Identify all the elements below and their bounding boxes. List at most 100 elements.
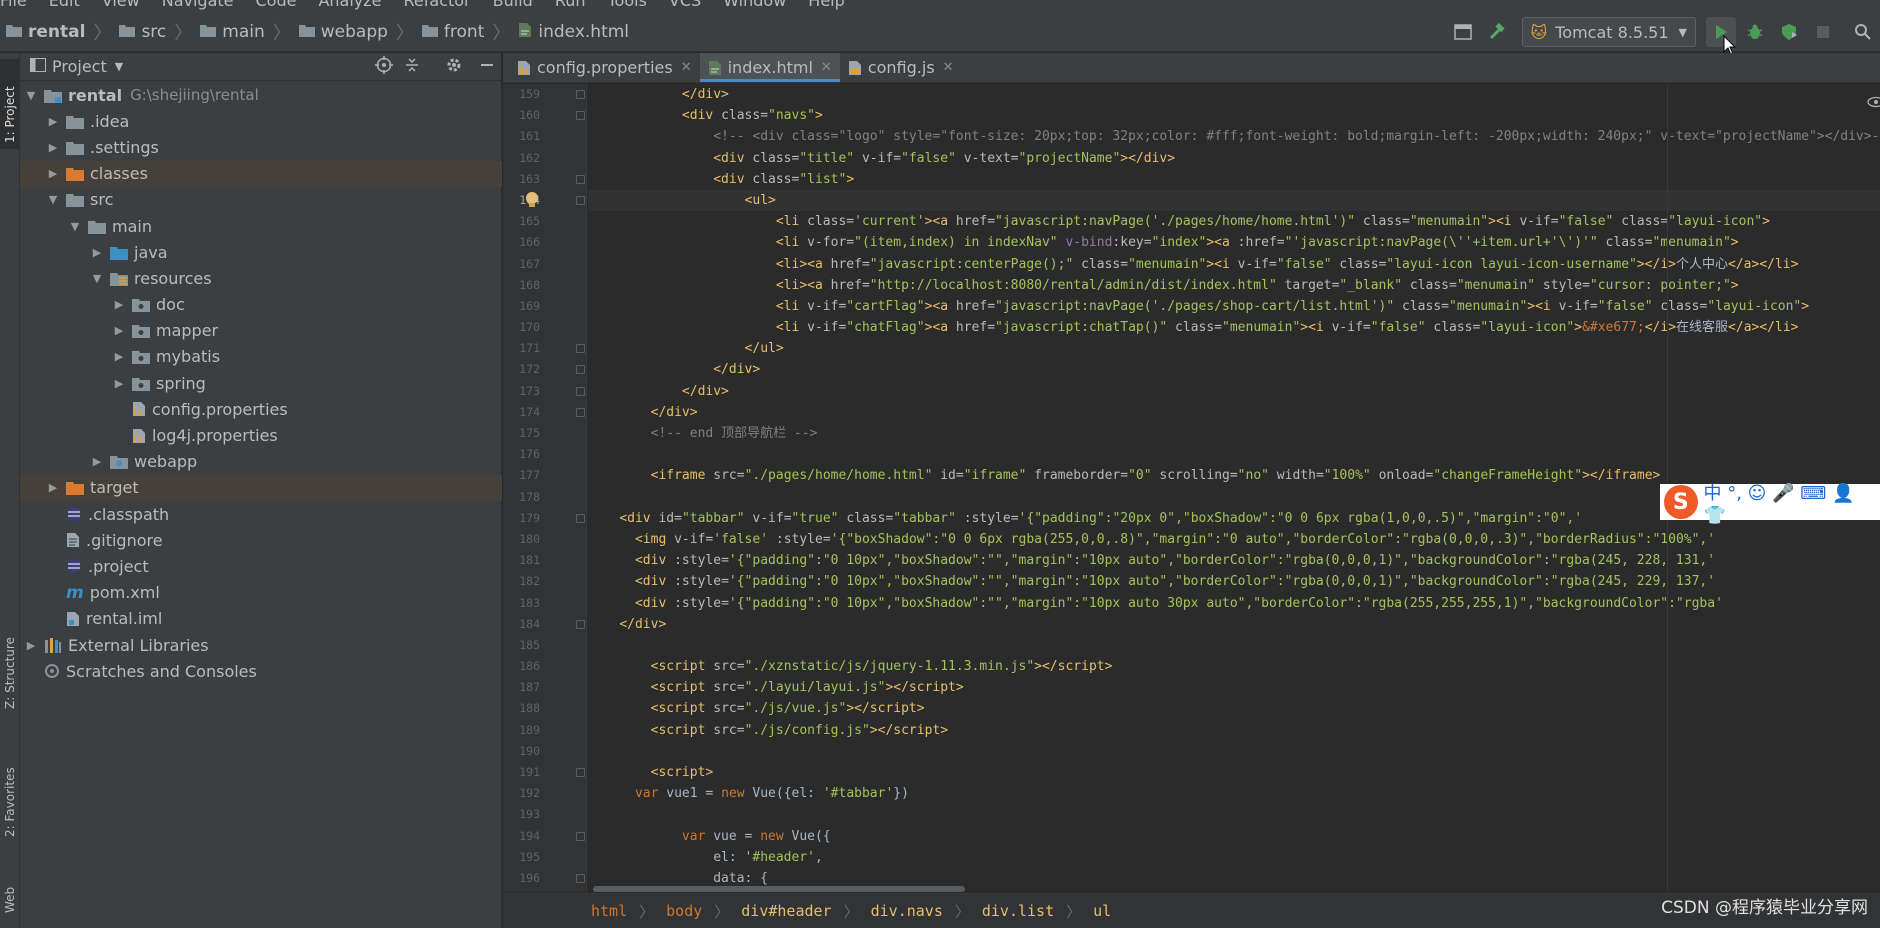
code-line[interactable]: <script>: [588, 762, 1880, 783]
menu-item[interactable]: View: [102, 0, 140, 10]
gear-icon[interactable]: [445, 56, 463, 78]
editor-tab[interactable]: index.html ✕: [699, 53, 841, 82]
expand-arrow-right-icon[interactable]: ▶: [46, 481, 60, 494]
stop-icon[interactable]: [1808, 17, 1838, 47]
coverage-shield-icon[interactable]: [1774, 17, 1804, 47]
expand-arrow-right-icon[interactable]: ▶: [46, 167, 60, 180]
menu-item[interactable]: Analyze: [318, 0, 381, 10]
code-line[interactable]: [588, 635, 1880, 656]
tree-item[interactable]: .gitignore: [20, 527, 502, 553]
tree-item[interactable]: ▶ mybatis: [20, 344, 502, 370]
expand-arrow-down-icon[interactable]: ▼: [24, 89, 38, 102]
expand-arrow-down-icon[interactable]: ▼: [68, 220, 82, 233]
layout-icon[interactable]: [1448, 17, 1478, 47]
code-line[interactable]: [588, 444, 1880, 465]
menu-item[interactable]: Edit: [49, 0, 80, 10]
tree-item[interactable]: ▶ doc: [20, 292, 502, 318]
structure-tool-window-button[interactable]: Z: Structure: [0, 613, 20, 709]
breadcrumb-item[interactable]: webapp: [298, 22, 388, 42]
code-line[interactable]: <ul>: [588, 189, 1880, 212]
fold-marker-icon[interactable]: [576, 195, 585, 205]
tree-item[interactable]: m pom.xml: [20, 580, 502, 606]
menu-item[interactable]: Build: [493, 0, 533, 10]
fold-marker-icon[interactable]: [576, 407, 585, 417]
tree-item[interactable]: ▶ webapp: [20, 449, 502, 475]
breadcrumb-item[interactable]: main: [200, 22, 265, 42]
close-icon[interactable]: ✕: [821, 60, 832, 75]
code-line[interactable]: <script src="./layui/layui.js"></script>: [588, 677, 1880, 698]
code-line[interactable]: <!-- end 顶部导航栏 -->: [588, 423, 1880, 444]
breadcrumb-item[interactable]: src: [119, 22, 166, 42]
fold-marker-icon[interactable]: [576, 619, 585, 629]
code-line[interactable]: <li><a href="javascript:centerPage();" c…: [588, 254, 1880, 275]
tree-item[interactable]: ▼ main: [20, 213, 502, 239]
project-panel-title[interactable]: Project: [52, 57, 107, 76]
expand-arrow-right-icon[interactable]: ▶: [112, 377, 126, 390]
fold-marker-icon[interactable]: [576, 344, 585, 354]
code-line[interactable]: <li v-if="chatFlag"><a href="javascript:…: [588, 317, 1880, 338]
eye-preview-icon[interactable]: [1866, 93, 1880, 112]
code-line[interactable]: <div class="list">: [588, 169, 1880, 190]
web-tool-window-button[interactable]: Web: [0, 853, 20, 913]
code-line[interactable]: </div>: [588, 381, 1880, 402]
code-line[interactable]: var vue1 = new Vue({el: '#tabbar'}): [588, 783, 1880, 804]
code-line[interactable]: <script src="./js/vue.js"></script>: [588, 698, 1880, 719]
code-line[interactable]: <li v-for="(item,index) in indexNav" v-b…: [588, 232, 1880, 253]
menu-item[interactable]: Refactor: [404, 0, 471, 10]
scrollbar-thumb[interactable]: [593, 886, 965, 892]
tree-item[interactable]: Scratches and Consoles: [20, 658, 502, 684]
expand-arrow-right-icon[interactable]: ▶: [90, 246, 104, 259]
menu-item[interactable]: Navigate: [162, 0, 234, 10]
code-line[interactable]: <div class="navs">: [588, 105, 1880, 126]
expand-arrow-right-icon[interactable]: ▶: [24, 639, 38, 652]
code-line[interactable]: <div class="title" v-if="false" v-text="…: [588, 148, 1880, 169]
menu-item[interactable]: File: [0, 0, 27, 10]
debug-bug-icon[interactable]: [1740, 17, 1770, 47]
expand-arrow-right-icon[interactable]: ▶: [112, 324, 126, 337]
element-breadcrumb[interactable]: html: [591, 902, 627, 920]
run-configuration-select[interactable]: 🐱 Tomcat 8.5.51 ▼: [1521, 17, 1696, 47]
fold-marker-icon[interactable]: [576, 513, 585, 523]
element-breadcrumb[interactable]: div.navs: [871, 902, 943, 920]
hide-minus-icon[interactable]: [479, 57, 495, 77]
tree-item[interactable]: ▶ spring: [20, 370, 502, 396]
tree-item[interactable]: ▶ java: [20, 239, 502, 265]
view-select-chevron-icon[interactable]: ▼: [115, 60, 123, 73]
code-line[interactable]: </ul>: [588, 338, 1880, 359]
code-line[interactable]: el: '#header',: [588, 847, 1880, 868]
tree-item[interactable]: ▶ .settings: [20, 134, 502, 160]
expand-arrow-down-icon[interactable]: ▼: [90, 272, 104, 285]
menu-item[interactable]: Help: [808, 0, 844, 10]
tree-item[interactable]: ▼ src: [20, 187, 502, 213]
menu-item[interactable]: Tools: [608, 0, 647, 10]
code-line[interactable]: <div :style='{"padding":"0 10px","boxSha…: [588, 550, 1880, 571]
fold-marker-icon[interactable]: [576, 831, 585, 841]
breadcrumb-item[interactable]: index.html: [518, 22, 629, 43]
code-line[interactable]: <!-- <div class="logo" style="font-size:…: [588, 126, 1880, 147]
tree-item[interactable]: ▶ target: [20, 474, 502, 501]
code-line[interactable]: <li><a href="http://localhost:8080/renta…: [588, 275, 1880, 296]
tree-item[interactable]: .project: [20, 553, 502, 579]
editor-tab[interactable]: config.js ✕: [840, 53, 962, 82]
fold-marker-icon[interactable]: [576, 873, 585, 883]
expand-arrow-right-icon[interactable]: ▶: [112, 298, 126, 311]
tree-item[interactable]: rental.iml: [20, 606, 502, 632]
code-line[interactable]: <img v-if='false' :style='{"boxShadow":"…: [588, 529, 1880, 550]
element-breadcrumb[interactable]: div#header: [741, 902, 831, 920]
editor-tab[interactable]: config.properties ✕: [509, 53, 700, 82]
tree-item[interactable]: config.properties: [20, 396, 502, 422]
fold-marker-icon[interactable]: [576, 365, 585, 375]
tree-item[interactable]: log4j.properties: [20, 422, 502, 448]
code-line[interactable]: <script src="./xznstatic/js/jquery-1.11.…: [588, 656, 1880, 677]
element-breadcrumb[interactable]: div.list: [982, 902, 1054, 920]
expand-arrow-right-icon[interactable]: ▶: [46, 115, 60, 128]
fold-marker-icon[interactable]: [576, 768, 585, 777]
fold-marker-icon[interactable]: [576, 111, 585, 121]
code-line[interactable]: <script src="./js/config.js"></script>: [588, 720, 1880, 741]
code-line[interactable]: [588, 804, 1880, 825]
element-breadcrumb[interactable]: ul: [1093, 902, 1111, 920]
tree-item[interactable]: ▶ .idea: [20, 108, 502, 134]
expand-arrow-down-icon[interactable]: ▼: [46, 193, 60, 206]
expand-arrow-right-icon[interactable]: ▶: [90, 455, 104, 468]
fold-marker-icon[interactable]: [576, 90, 585, 99]
